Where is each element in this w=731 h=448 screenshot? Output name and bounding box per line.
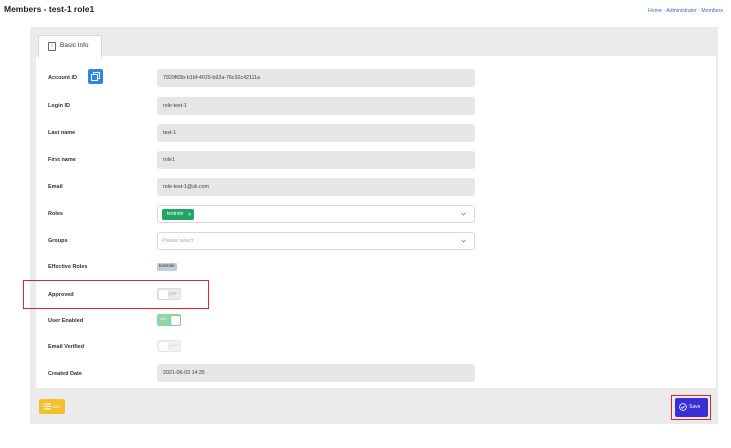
info-icon: i xyxy=(48,42,56,51)
account-id-value: 7929f65b-b1bf-4029-b92a-76c92c42111a xyxy=(163,75,260,81)
first-name-value: role1 xyxy=(163,157,175,163)
first-name-label: First name xyxy=(48,157,76,163)
email-verified-state: OFF xyxy=(169,343,177,348)
role-tag[interactable]: testrole ✕ xyxy=(162,209,195,220)
groups-select[interactable]: Please select xyxy=(157,232,475,250)
toggle-knob xyxy=(171,315,180,325)
roles-label: Roles xyxy=(48,211,63,217)
chevron-down-icon xyxy=(461,212,466,216)
tag-remove-icon[interactable]: ✕ xyxy=(188,209,192,220)
page-header: Members - test-1 role1 Home · Administra… xyxy=(0,0,731,20)
list-button[interactable]: List xyxy=(39,399,65,414)
breadcrumb[interactable]: Home · Administrator · Members xyxy=(648,8,723,14)
last-name-value: test-1 xyxy=(163,130,177,136)
last-name-field[interactable]: test-1 xyxy=(157,124,475,142)
email-verified-label: Email Verified xyxy=(48,344,85,350)
created-date-field[interactable]: 2021-06-03 14:35 xyxy=(157,364,475,382)
save-highlight-box xyxy=(671,395,711,420)
page-title: Members - test-1 role1 xyxy=(4,4,95,14)
list-button-label: List xyxy=(53,404,60,409)
email-field[interactable]: role-test-1@sk.com xyxy=(157,178,475,196)
groups-placeholder: Please select xyxy=(162,238,194,244)
last-name-label: Last name xyxy=(48,130,76,136)
copy-button[interactable] xyxy=(88,69,103,84)
list-icon xyxy=(43,403,51,410)
groups-label: Groups xyxy=(48,238,68,244)
email-label: Email xyxy=(48,184,63,190)
login-id-label: Login ID xyxy=(48,103,70,109)
tab-basic-info[interactable]: i Basic Info xyxy=(38,35,102,57)
approved-highlight-box xyxy=(23,280,209,309)
role-tag-label: testrole xyxy=(167,211,184,217)
email-verified-toggle[interactable]: OFF xyxy=(157,340,181,352)
effective-role-tag: testrole xyxy=(157,263,177,271)
user-enabled-toggle[interactable]: ON xyxy=(157,314,181,326)
account-id-label: Account ID xyxy=(48,75,78,81)
copy-icon xyxy=(91,72,100,81)
effective-roles-label: Effective Roles xyxy=(48,264,88,270)
login-id-value: role-test-1 xyxy=(163,103,187,109)
user-enabled-state: ON xyxy=(160,316,166,321)
first-name-field[interactable]: role1 xyxy=(157,151,475,169)
user-enabled-label: User Enabled xyxy=(48,318,84,324)
chevron-down-icon xyxy=(461,239,466,243)
account-id-field[interactable]: 7929f65b-b1bf-4029-b92a-76c92c42111a xyxy=(157,69,475,87)
tab-label: Basic Info xyxy=(60,42,89,49)
toggle-knob xyxy=(159,342,168,351)
email-value: role-test-1@sk.com xyxy=(163,184,209,190)
roles-select[interactable]: testrole ✕ xyxy=(157,205,475,223)
created-date-value: 2021-06-03 14:35 xyxy=(163,370,205,376)
login-id-field[interactable]: role-test-1 xyxy=(157,97,475,115)
created-date-label: Created Date xyxy=(48,371,82,377)
